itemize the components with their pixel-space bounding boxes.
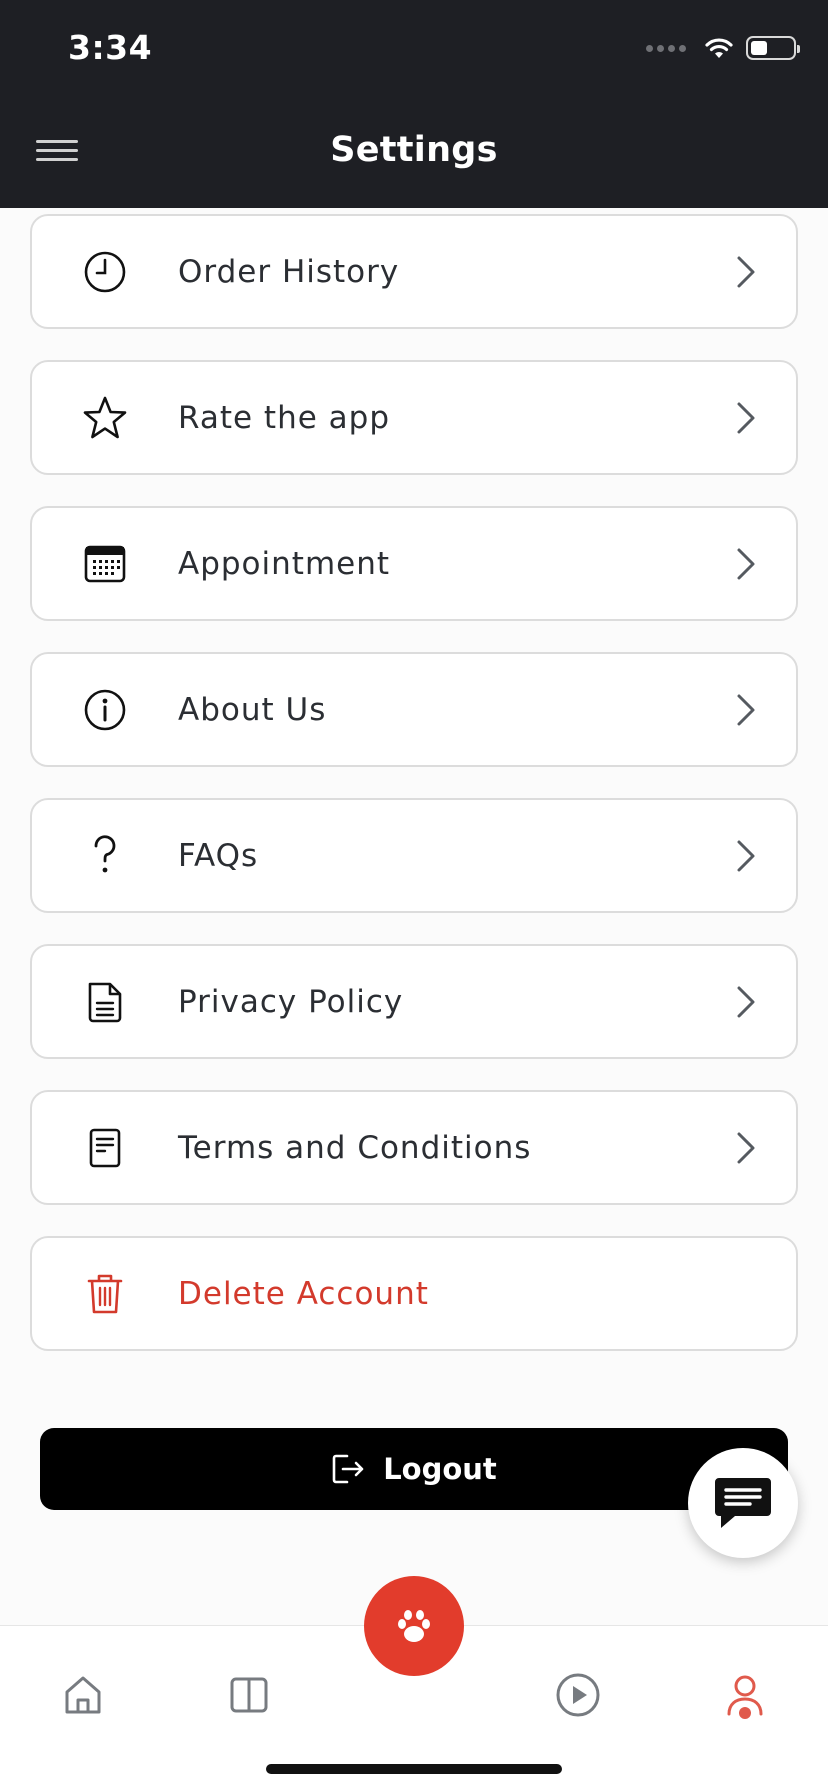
chevron-right-icon <box>737 840 755 871</box>
document-icon <box>82 979 128 1025</box>
logout-icon <box>332 1454 364 1484</box>
chevron-right-icon <box>737 548 755 579</box>
app-header: 3:34 Settings <box>0 0 828 208</box>
nav-home[interactable] <box>60 1672 106 1718</box>
terms-icon <box>82 1125 128 1171</box>
logout-button[interactable]: Logout <box>40 1428 788 1510</box>
signal-icon <box>646 44 686 52</box>
chevron-right-icon <box>737 1132 755 1163</box>
chat-button[interactable] <box>688 1448 798 1558</box>
trash-icon <box>82 1271 128 1317</box>
settings-item-label: About Us <box>178 691 327 728</box>
chevron-right-icon <box>737 986 755 1017</box>
home-indicator <box>266 1764 562 1774</box>
settings-item-rate-app[interactable]: Rate the app <box>30 360 798 475</box>
settings-item-label: Delete Account <box>178 1275 429 1312</box>
settings-item-label: Privacy Policy <box>178 983 404 1020</box>
page-title: Settings <box>330 130 498 170</box>
home-icon <box>65 1676 101 1714</box>
settings-item-label: Rate the app <box>178 399 391 436</box>
clock-icon <box>82 249 128 295</box>
nav-pets-button[interactable] <box>364 1576 464 1676</box>
status-icons <box>646 36 800 60</box>
wifi-icon <box>705 38 733 58</box>
settings-item-appointment[interactable]: Appointment <box>30 506 798 621</box>
settings-item-terms[interactable]: Terms and Conditions <box>30 1090 798 1205</box>
settings-item-delete-account[interactable]: Delete Account <box>30 1236 798 1351</box>
battery-icon <box>746 36 800 60</box>
nav-book[interactable] <box>226 1672 272 1718</box>
settings-list: Order History Rate the app Appointment A… <box>30 214 798 1382</box>
settings-item-label: FAQs <box>178 837 259 874</box>
book-icon <box>230 1677 268 1713</box>
settings-item-label: Appointment <box>178 545 391 582</box>
star-icon <box>82 395 128 441</box>
active-indicator-dot <box>739 1707 751 1719</box>
chevron-right-icon <box>737 256 755 287</box>
settings-item-faqs[interactable]: FAQs <box>30 798 798 913</box>
nav-videos[interactable] <box>555 1672 601 1718</box>
info-icon <box>82 687 128 733</box>
settings-item-privacy-policy[interactable]: Privacy Policy <box>30 944 798 1059</box>
paw-icon <box>398 1610 430 1642</box>
settings-item-about-us[interactable]: About Us <box>30 652 798 767</box>
chevron-right-icon <box>737 402 755 433</box>
chat-icon <box>715 1478 771 1528</box>
status-time: 3:34 <box>68 28 153 67</box>
settings-item-label: Order History <box>178 253 400 290</box>
question-icon <box>82 833 128 879</box>
chevron-right-icon <box>737 694 755 725</box>
play-icon <box>556 1673 600 1717</box>
calendar-icon <box>82 541 128 587</box>
settings-item-order-history[interactable]: Order History <box>30 214 798 329</box>
settings-item-label: Terms and Conditions <box>178 1129 532 1166</box>
logout-label: Logout <box>383 1452 497 1486</box>
